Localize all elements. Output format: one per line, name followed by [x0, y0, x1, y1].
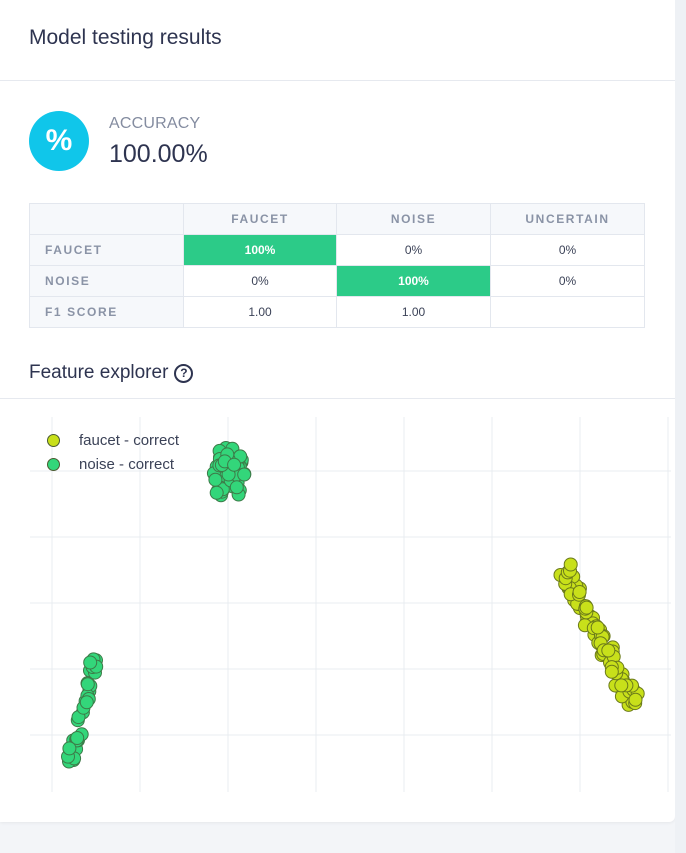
scatter-point — [628, 692, 643, 707]
scatter-point — [62, 741, 77, 756]
accuracy-value: 100.00% — [109, 140, 208, 168]
percent-glyph: % — [45, 124, 73, 157]
scatter-point — [604, 664, 619, 679]
scatter-point — [229, 480, 244, 495]
accuracy-label: ACCURACY — [109, 115, 201, 132]
faucet-points — [553, 557, 645, 712]
scatter-point — [80, 677, 95, 692]
matrix-cell — [490, 296, 645, 328]
scatter-point — [579, 600, 594, 615]
matrix-col-header: NOISE — [336, 203, 491, 235]
scatter-point — [79, 695, 94, 710]
matrix-corner-cell — [29, 203, 184, 235]
matrix-cell: 0% — [490, 234, 645, 266]
scatter-point — [614, 678, 629, 693]
plot-legend: faucet - correct noise - correct — [47, 428, 179, 476]
legend-item-faucet[interactable]: faucet - correct — [47, 428, 179, 452]
matrix-col-header: FAUCET — [183, 203, 337, 235]
scatter-point — [572, 585, 587, 599]
feature-explorer-label: Feature explorer — [29, 362, 169, 383]
matrix-row-header: NOISE — [29, 265, 184, 297]
matrix-row-header: FAUCET — [29, 234, 184, 266]
legend-swatch-faucet — [47, 433, 60, 447]
scatter-point — [563, 557, 578, 572]
results-card: Model testing results % ACCURACY 100.00%… — [0, 0, 675, 822]
legend-swatch-noise — [47, 457, 60, 471]
matrix-col-header: UNCERTAIN — [490, 203, 645, 235]
matrix-cell: 100% — [183, 234, 337, 266]
page-scrollbar-track[interactable] — [675, 0, 686, 853]
scatter-point — [237, 467, 252, 482]
feature-explorer-title: Feature explorer ? — [29, 362, 194, 384]
page-title: Model testing results — [29, 26, 222, 49]
card-header: Model testing results — [0, 0, 675, 81]
matrix-cell: 0% — [490, 265, 645, 297]
legend-item-noise[interactable]: noise - correct — [47, 452, 179, 476]
help-glyph: ? — [180, 366, 188, 380]
scatter-point — [601, 643, 616, 658]
confusion-matrix: FAUCET NOISE UNCERTAIN FAUCET 100% 0% 0%… — [29, 203, 645, 328]
matrix-cell: 0% — [183, 265, 337, 297]
scatter-point — [227, 457, 242, 472]
scatter-point — [590, 620, 605, 635]
legend-label-noise: noise - correct — [79, 455, 175, 473]
matrix-cell: 1.00 — [183, 296, 337, 328]
noise-points — [61, 441, 252, 769]
matrix-cell: 0% — [336, 234, 491, 266]
legend-label-faucet: faucet - correct — [79, 431, 180, 449]
help-circle-icon[interactable]: ? — [174, 363, 194, 383]
matrix-cell: 1.00 — [336, 296, 491, 328]
matrix-row-header: F1 SCORE — [29, 296, 184, 328]
scatter-point — [209, 485, 224, 500]
percent-icon: % — [29, 111, 89, 171]
matrix-cell: 100% — [336, 265, 491, 297]
scatter-point — [208, 472, 223, 487]
scatter-point — [83, 655, 98, 670]
